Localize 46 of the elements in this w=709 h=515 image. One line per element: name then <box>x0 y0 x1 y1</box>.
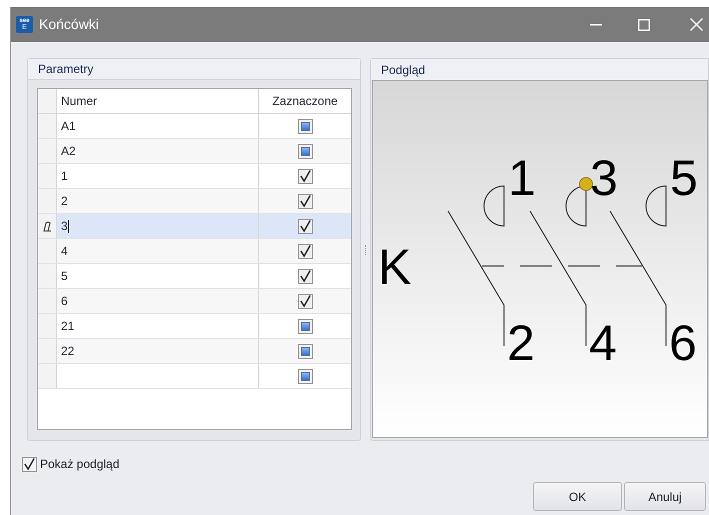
checkbox[interactable] <box>298 244 312 258</box>
checkbox[interactable] <box>298 368 312 384</box>
ok-button[interactable]: OK <box>533 482 622 511</box>
terminal-number: 4 <box>589 315 617 371</box>
table-cell[interactable]: 5 <box>57 264 259 288</box>
terminal-number: 5 <box>670 150 698 206</box>
checkbox[interactable] <box>298 218 312 234</box>
minimize-icon[interactable] <box>590 24 602 26</box>
row-header-cell[interactable] <box>38 314 57 338</box>
checkbox-label: Pokaż podgląd <box>40 456 120 473</box>
panel-title: Parametry <box>38 61 94 78</box>
maximize-icon[interactable] <box>638 18 650 30</box>
row-header-cell[interactable] <box>38 239 57 263</box>
checkbox[interactable] <box>298 344 312 358</box>
device-label: K <box>378 239 412 295</box>
checkbox[interactable] <box>298 318 312 334</box>
panel-title: Podgląd <box>381 62 426 78</box>
checkbox[interactable] <box>298 194 312 208</box>
row-header-cell[interactable] <box>38 189 57 213</box>
row-header-cell[interactable] <box>38 339 57 363</box>
row-header-cell[interactable] <box>38 164 57 188</box>
show-preview-checkbox[interactable] <box>22 456 37 472</box>
terminal-number: 2 <box>507 315 535 371</box>
column-header[interactable]: Numer <box>57 89 259 113</box>
checkbox[interactable] <box>298 144 312 158</box>
row-header-cell[interactable] <box>38 289 57 313</box>
table-cell[interactable]: A1 <box>57 114 259 138</box>
checkbox[interactable] <box>298 118 312 134</box>
checkbox[interactable] <box>298 294 312 308</box>
checkbox[interactable] <box>298 268 312 284</box>
checkbox[interactable] <box>298 168 312 184</box>
row-header-cell[interactable] <box>38 264 57 288</box>
row-header-cell[interactable] <box>38 364 57 388</box>
terminal-number: 1 <box>508 150 536 206</box>
close-icon[interactable] <box>690 18 703 31</box>
row-header-cell[interactable] <box>38 139 57 163</box>
row-header-cell[interactable] <box>38 114 57 138</box>
terminal-number: 3 <box>590 150 618 206</box>
table-cell[interactable]: 21 <box>57 314 259 338</box>
column-header[interactable]: Zaznaczone <box>259 89 351 113</box>
row-header-cell[interactable] <box>38 214 57 238</box>
table-cell[interactable]: 1 <box>57 164 259 188</box>
terminal-number: 6 <box>669 315 697 371</box>
pencil-icon <box>42 220 52 232</box>
cancel-button[interactable]: Anuluj <box>624 482 706 511</box>
window-title: Końcówki <box>39 15 99 34</box>
